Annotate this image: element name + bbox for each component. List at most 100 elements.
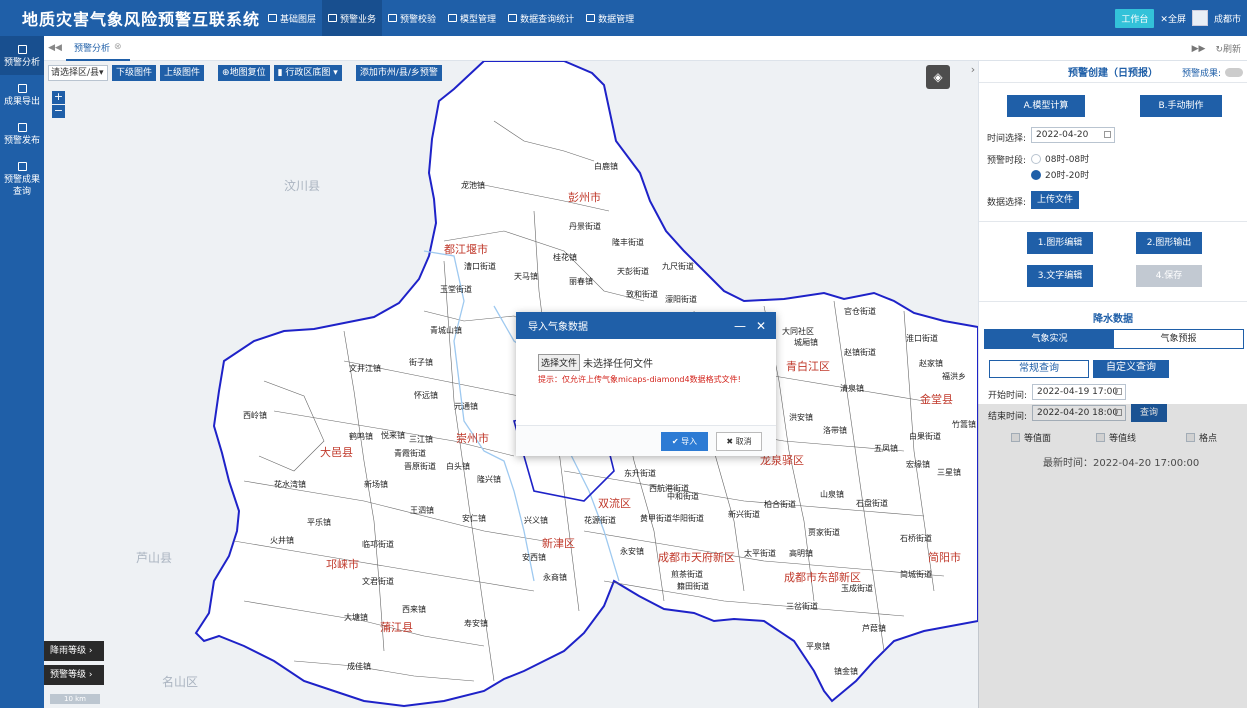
map-label-ghost: 名山区 (162, 675, 199, 689)
edit-graph-button[interactable]: 1.图形编辑 (1027, 232, 1093, 254)
map-label-town: 天马镇 (514, 272, 538, 281)
refresh-button[interactable]: ↻刷新 (1215, 42, 1241, 55)
zoom-out-button[interactable]: − (52, 105, 65, 118)
avatar[interactable] (1191, 10, 1208, 26)
map-label-city: 双流区 (598, 497, 631, 510)
nav-warning-business[interactable]: 预警业务 (322, 0, 383, 36)
edit-text-button[interactable]: 3.文字编辑 (1027, 265, 1093, 287)
result-toggle[interactable]: 预警成果: (1182, 66, 1243, 79)
map-view[interactable]: 汶川县 芦山县 名山区 彭州市 都江堰市 崇州市 大邑县 邛崃市 蒲江县 双流区… (44, 61, 978, 708)
map-label-town: 致和街道 (626, 290, 658, 299)
close-icon[interactable]: ✕ (756, 319, 766, 333)
sidebar-item-result-query[interactable]: 预警成果查询 (0, 153, 44, 204)
warning-level-legend-button[interactable]: 预警等级 › (44, 665, 104, 685)
map-label-town: 西来镇 (402, 605, 426, 614)
map-label-town: 洛带镇 (823, 426, 847, 435)
map-label-town: 白头镇 (446, 462, 470, 471)
map-label-town: 丽春镇 (569, 277, 593, 286)
tab-actual-weather[interactable]: 气象实况 (985, 330, 1114, 348)
app-title: 地质灾害气象风险预警互联系统 (22, 10, 261, 29)
nav-data-manage[interactable]: 数据管理 (580, 0, 640, 36)
refresh-icon: ↻ (1215, 45, 1223, 55)
rain-level-legend-button[interactable]: 降雨等级 › (44, 641, 104, 661)
date-input[interactable]: 2022-04-20 (1031, 127, 1115, 143)
map-label-town: 洪安镇 (789, 413, 813, 422)
import-button[interactable]: ✔ 导入 (661, 432, 708, 451)
sidebar-item-warning-publish[interactable]: 预警发布 (0, 114, 44, 153)
minimize-icon[interactable]: — (734, 319, 746, 333)
map-label-town: 城厢镇 (794, 338, 818, 347)
choose-file-button[interactable]: 选择文件 (538, 354, 581, 371)
map-label-city: 金堂县 (920, 393, 953, 406)
map-label-town: 花源街道 (584, 516, 616, 525)
sidebar-item-warning-analysis[interactable]: 预警分析 (0, 36, 44, 75)
map-label-town: 西岭镇 (243, 411, 267, 420)
upper-map-button[interactable]: 上级图件 (160, 65, 205, 81)
document-icon (388, 14, 398, 22)
start-time-input[interactable]: 2022-04-19 17:00 (1032, 384, 1126, 400)
model-calc-button[interactable]: A.模型计算 (1007, 95, 1085, 117)
period-label: 预警时段: (987, 156, 1027, 166)
custom-query-button[interactable]: 自定义查询 (1093, 360, 1169, 378)
map-label-town: 怀远镇 (414, 391, 438, 400)
collapse-panel-icon[interactable]: › (967, 63, 979, 81)
map-label-town: 九尺街道 (662, 262, 694, 271)
map-label-town: 简城街道 (900, 570, 932, 579)
district-select[interactable]: 请选择区/县▾ (48, 65, 108, 81)
map-scale: 10 km (50, 694, 100, 704)
map-label-city: 简阳市 (928, 551, 961, 564)
manual-create-button[interactable]: B.手动制作 (1140, 95, 1222, 117)
nav-model-manage[interactable]: 模型管理 (442, 0, 502, 36)
map-label-town: 隆丰街道 (612, 238, 644, 247)
app-root: 地质灾害气象风险预警互联系统 基础图层 预警业务 预警校验 模型管理 数据查询统… (0, 0, 1247, 708)
zoom-in-button[interactable]: + (52, 91, 65, 104)
nav-warning-verify[interactable]: 预警校验 (382, 0, 442, 36)
map-label-town: 街子镇 (409, 358, 433, 367)
map-label-town: 兴义镇 (524, 516, 548, 525)
fullscreen-button[interactable]: ✕全屏 (1160, 12, 1186, 25)
tab-forecast-weather[interactable]: 气象预报 (1114, 330, 1243, 348)
tab-close-icon[interactable]: ⊗ (114, 42, 122, 52)
map-label-ghost: 汶川县 (284, 179, 321, 193)
user-city[interactable]: 成都市 (1214, 12, 1241, 25)
data-label: 数据选择: (987, 198, 1027, 208)
output-graph-button[interactable]: 2.图形输出 (1136, 232, 1202, 254)
nav-data-query[interactable]: 数据查询统计 (502, 0, 580, 36)
map-label-town: 漕口街道 (464, 262, 496, 271)
map-label-town: 花水湾镇 (274, 480, 306, 489)
sidebar-item-result-export[interactable]: 成果导出 (0, 75, 44, 114)
panel-overlay (978, 404, 1247, 708)
period-radio-08[interactable]: 08时-08时 (1031, 152, 1089, 165)
tab-warning-analysis[interactable]: 预警分析 ⊗ (66, 36, 130, 61)
map-label-town: 山泉镇 (820, 490, 844, 499)
cancel-button[interactable]: ✖ 取消 (716, 432, 762, 451)
panel-title: 预警创建（日预报） (1068, 68, 1158, 79)
fullscreen-icon: ✕ (1160, 14, 1168, 25)
tab-bar: ◀◀ 预警分析 ⊗ ▶▶ ↻刷新 (44, 36, 1247, 61)
nav-base-layers[interactable]: 基础图层 (262, 0, 322, 36)
publish-icon (17, 123, 27, 132)
divider (979, 221, 1247, 222)
tab-scroll-right-icon[interactable]: ▶▶ (1192, 44, 1206, 54)
map-label-ghost: 芦山县 (136, 551, 173, 565)
map-canvas (194, 61, 978, 708)
upload-file-button[interactable]: 上传文件 (1031, 191, 1079, 209)
save-button[interactable]: 4.保存 (1136, 265, 1202, 287)
map-label-town: 平泉镇 (806, 642, 830, 651)
district-basemap-button[interactable]: ▮ 行政区底图 ▾ (273, 65, 342, 81)
layer-switch-button[interactable]: ◈ (926, 65, 950, 89)
radio-unchecked-icon (1031, 153, 1041, 164)
map-label-town: 玉堂街道 (440, 285, 472, 294)
map-reset-button[interactable]: ⊕地图复位 (218, 65, 270, 81)
add-warning-button[interactable]: 添加市州/县/乡预警 (355, 65, 442, 81)
map-label-town: 鹤鸣镇 (349, 432, 373, 441)
map-label-town: 三江镇 (409, 435, 433, 444)
dialog-controls: — ✕ (734, 312, 766, 339)
normal-query-button[interactable]: 常规查询 (989, 360, 1089, 378)
tab-scroll-left-icon[interactable]: ◀◀ (44, 43, 66, 53)
map-label-town: 白鹿镇 (594, 162, 618, 171)
period-radio-20[interactable]: 20时-20时 (1031, 168, 1089, 181)
workbench-button[interactable]: 工作台 (1115, 8, 1155, 28)
result-switch[interactable] (1225, 68, 1243, 77)
lower-map-button[interactable]: 下级图件 (112, 65, 157, 81)
